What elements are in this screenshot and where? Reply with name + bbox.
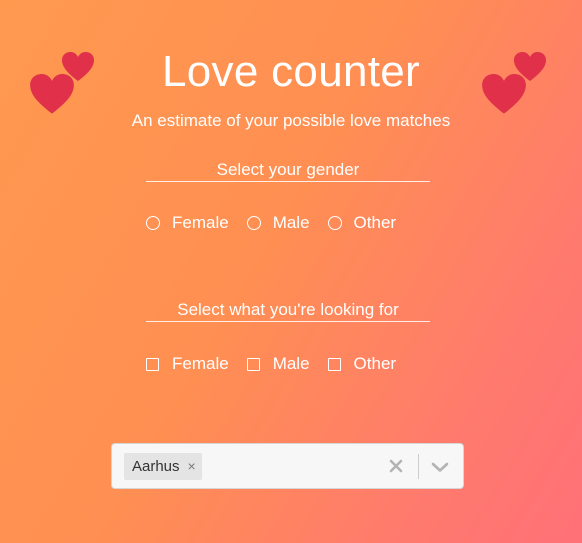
chip-label: Aarhus xyxy=(132,458,180,475)
chip-remove-icon[interactable]: × xyxy=(188,453,196,480)
selected-chip-aarhus: Aarhus × xyxy=(124,453,202,480)
gender-option-other[interactable]: Other xyxy=(327,213,397,233)
checkbox[interactable] xyxy=(246,357,260,371)
looking-for-option-female[interactable]: Female xyxy=(146,354,229,374)
option-label: Female xyxy=(172,213,229,232)
radio-button[interactable] xyxy=(246,216,261,230)
option-label: Other xyxy=(353,354,397,373)
looking-for-option-male[interactable]: Male xyxy=(246,354,310,374)
checkbox[interactable] xyxy=(146,357,159,371)
page-subtitle: An estimate of your possible love matche… xyxy=(131,111,451,130)
clear-icon[interactable] xyxy=(386,456,406,476)
option-label: Other xyxy=(353,213,397,232)
checkbox[interactable] xyxy=(327,357,341,371)
radio-button[interactable] xyxy=(146,216,160,230)
option-label: Male xyxy=(272,354,310,373)
looking-for-section-label: Select what you're looking for xyxy=(146,300,430,322)
gender-section-label: Select your gender xyxy=(146,160,430,182)
radio-button[interactable] xyxy=(327,216,342,230)
looking-for-section-label-text: Select what you're looking for xyxy=(177,300,399,319)
gender-option-female[interactable]: Female xyxy=(146,213,229,233)
gender-option-male[interactable]: Male xyxy=(246,213,310,233)
option-label: Female xyxy=(172,354,229,373)
city-multi-select[interactable]: Aarhus × xyxy=(111,443,464,489)
gender-section-label-text: Select your gender xyxy=(216,160,360,179)
option-label: Male xyxy=(272,213,310,232)
chevron-down-icon[interactable] xyxy=(430,458,450,476)
page-title: Love counter xyxy=(162,47,420,96)
gender-radio-group: Female Male Other xyxy=(146,213,414,233)
indicator-separator xyxy=(418,454,419,479)
looking-for-checkbox-group: Female Male Other xyxy=(146,354,414,374)
looking-for-option-other[interactable]: Other xyxy=(327,354,397,374)
